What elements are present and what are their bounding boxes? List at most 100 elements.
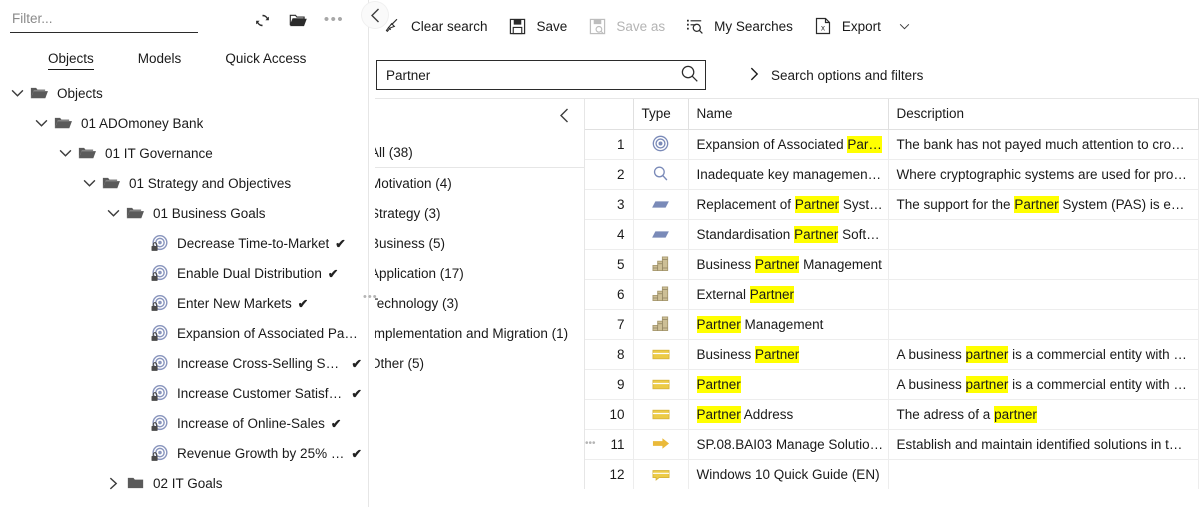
- row-name[interactable]: Partner Management: [688, 309, 889, 340]
- search-icon[interactable]: [680, 64, 699, 86]
- svg-text:x: x: [821, 24, 825, 33]
- col-header-name[interactable]: Name: [688, 99, 889, 130]
- table-row[interactable]: 12 Windows 10 Quick Guide (EN): [585, 459, 1199, 489]
- row-type-cell: [633, 159, 689, 190]
- open-folder-icon[interactable]: [288, 10, 308, 30]
- chevron-down-icon[interactable]: [102, 209, 124, 218]
- tree-node[interactable]: Increase Cross-Selling Share ✔: [0, 348, 362, 378]
- facet-item[interactable]: Other (5): [362, 348, 584, 378]
- checkmark-icon: ✔: [330, 416, 342, 431]
- tree-node[interactable]: Increase Customer Satisfaction ✔: [0, 378, 362, 408]
- row-name[interactable]: Expansion of Associated Par…: [688, 129, 889, 160]
- row-name[interactable]: SP.08.BAI03 Manage Solutio…: [688, 429, 889, 460]
- chevron-down-icon[interactable]: [899, 23, 910, 30]
- facet-item[interactable]: Business (5): [362, 228, 584, 258]
- text-plain: is a commercial entity with …: [1008, 376, 1187, 392]
- chevron-right-icon[interactable]: [102, 477, 124, 490]
- row-index: 7: [585, 309, 634, 340]
- row-name[interactable]: External Partner: [688, 279, 889, 310]
- tab-objects[interactable]: Objects: [48, 51, 94, 70]
- row-name[interactable]: Windows 10 Quick Guide (EN): [688, 459, 889, 489]
- row-name[interactable]: Partner Address: [688, 399, 889, 430]
- table-row[interactable]: 2 Inadequate key managemen… Where cryptogr…: [585, 159, 1199, 190]
- search-input[interactable]: [386, 67, 680, 83]
- tree-node-label: 01 Strategy and Objectives: [129, 175, 292, 191]
- row-name[interactable]: Business Partner Management: [688, 249, 889, 280]
- goal-locked-icon: [148, 414, 170, 433]
- filter-toolbar: •••: [0, 0, 362, 40]
- facet-item[interactable]: All (38): [362, 137, 584, 168]
- tree-node[interactable]: 01 Business Goals: [0, 198, 362, 228]
- filter-input-wrap: [10, 7, 252, 33]
- tree-node-label: Enable Dual Distribution: [177, 265, 322, 281]
- tree-node[interactable]: Expansion of Associated Partner Business…: [0, 318, 362, 348]
- splitter-grip[interactable]: •••: [363, 290, 377, 304]
- results-grip[interactable]: •••: [585, 437, 596, 451]
- col-header-description[interactable]: Description: [888, 99, 1199, 130]
- facet-item[interactable]: Motivation (4): [362, 168, 584, 198]
- row-index: 5: [585, 249, 634, 280]
- tab-models[interactable]: Models: [138, 51, 182, 70]
- my-searches-button[interactable]: My Searches: [679, 10, 807, 42]
- facet-item[interactable]: Implementation and Migration (1): [362, 318, 584, 348]
- tab-quick-access[interactable]: Quick Access: [225, 51, 306, 70]
- col-header-type[interactable]: Type: [633, 99, 689, 130]
- tree-node[interactable]: 02 IT Goals: [0, 468, 362, 498]
- tree-node[interactable]: Decrease Time-to-Market ✔: [0, 228, 362, 258]
- tree-node-label: Expansion of Associated Partner Business…: [177, 325, 362, 341]
- facet-label: Application (17): [370, 265, 464, 281]
- search-options-toggle[interactable]: Search options and filters: [750, 67, 923, 84]
- row-name[interactable]: Partner: [688, 369, 889, 400]
- chevron-down-icon[interactable]: [6, 89, 28, 98]
- tree-node[interactable]: Increase of Online-Sales ✔: [0, 408, 362, 438]
- clear-search-button[interactable]: Clear search: [376, 10, 502, 42]
- text-plain: The support for the: [896, 196, 1015, 212]
- search-highlight: Partner: [794, 225, 839, 243]
- save-disk-icon: [508, 16, 528, 36]
- search-options-label: Search options and filters: [771, 67, 924, 83]
- save-button[interactable]: Save: [502, 10, 582, 42]
- col-header-index[interactable]: [585, 99, 634, 130]
- refresh-icon[interactable]: [252, 10, 272, 30]
- facet-item[interactable]: Strategy (3): [362, 198, 584, 228]
- table-row[interactable]: 5 Business Partner Management: [585, 249, 1199, 280]
- table-row[interactable]: 1 Expansion of Associated Par… The bank ha…: [585, 129, 1199, 160]
- tree-node[interactable]: 01 ADOmoney Bank: [0, 108, 362, 138]
- tree-node-label: 02 IT Goals: [153, 475, 223, 491]
- row-name[interactable]: Business Partner: [688, 339, 889, 370]
- filter-input[interactable]: [10, 7, 198, 33]
- facet-item[interactable]: Application (17): [362, 258, 584, 288]
- chevron-down-icon[interactable]: [30, 119, 52, 128]
- text-plain: Replacement of: [696, 196, 795, 212]
- export-button[interactable]: x Export: [807, 10, 924, 42]
- facet-item[interactable]: Technology (3): [362, 288, 584, 318]
- my-searches-label: My Searches: [714, 18, 793, 34]
- tree-node[interactable]: Objects: [0, 78, 362, 108]
- table-row[interactable]: 6 External Partner: [585, 279, 1199, 310]
- tree-node[interactable]: Enter New Markets ✔: [0, 288, 362, 318]
- chevron-down-icon[interactable]: [54, 149, 76, 158]
- table-row[interactable]: 11 SP.08.BAI03 Manage Solutio… Establish a…: [585, 429, 1199, 460]
- table-row[interactable]: 10 Partner Address The adress of a partner: [585, 399, 1199, 430]
- tree-node[interactable]: Enable Dual Distribution ✔: [0, 258, 362, 288]
- checkmark-icon: ✔: [351, 386, 362, 401]
- table-row[interactable]: 3 Replacement of Partner Syst… The support…: [585, 189, 1199, 220]
- collapse-left-panel-button[interactable]: [362, 2, 388, 28]
- tree-node[interactable]: 01 IT Governance: [0, 138, 362, 168]
- checkmark-icon: ✔: [335, 236, 346, 251]
- row-name[interactable]: Replacement of Partner Syst…: [688, 189, 889, 220]
- panel-splitter[interactable]: •••: [362, 0, 377, 507]
- table-row[interactable]: 4 Standardisation Partner Soft…: [585, 219, 1199, 250]
- more-options-icon[interactable]: •••: [324, 10, 344, 30]
- tree-node-label: 01 IT Governance: [105, 145, 213, 161]
- row-name[interactable]: Standardisation Partner Soft…: [688, 219, 889, 250]
- tree-node[interactable]: 01 Strategy and Objectives: [0, 168, 362, 198]
- chevron-down-icon[interactable]: [78, 179, 100, 188]
- tree-node[interactable]: Revenue Growth by 25% until 2023 ✔: [0, 438, 362, 468]
- row-name[interactable]: Inadequate key managemen…: [688, 159, 889, 190]
- row-index: 4: [585, 219, 634, 250]
- table-row[interactable]: 8 Business Partner A business partner is a…: [585, 339, 1199, 370]
- table-row[interactable]: 9 Partner A business partner is a commerci…: [585, 369, 1199, 400]
- table-row[interactable]: 7 Partner Management: [585, 309, 1199, 340]
- collapse-facets-button[interactable]: [554, 105, 574, 125]
